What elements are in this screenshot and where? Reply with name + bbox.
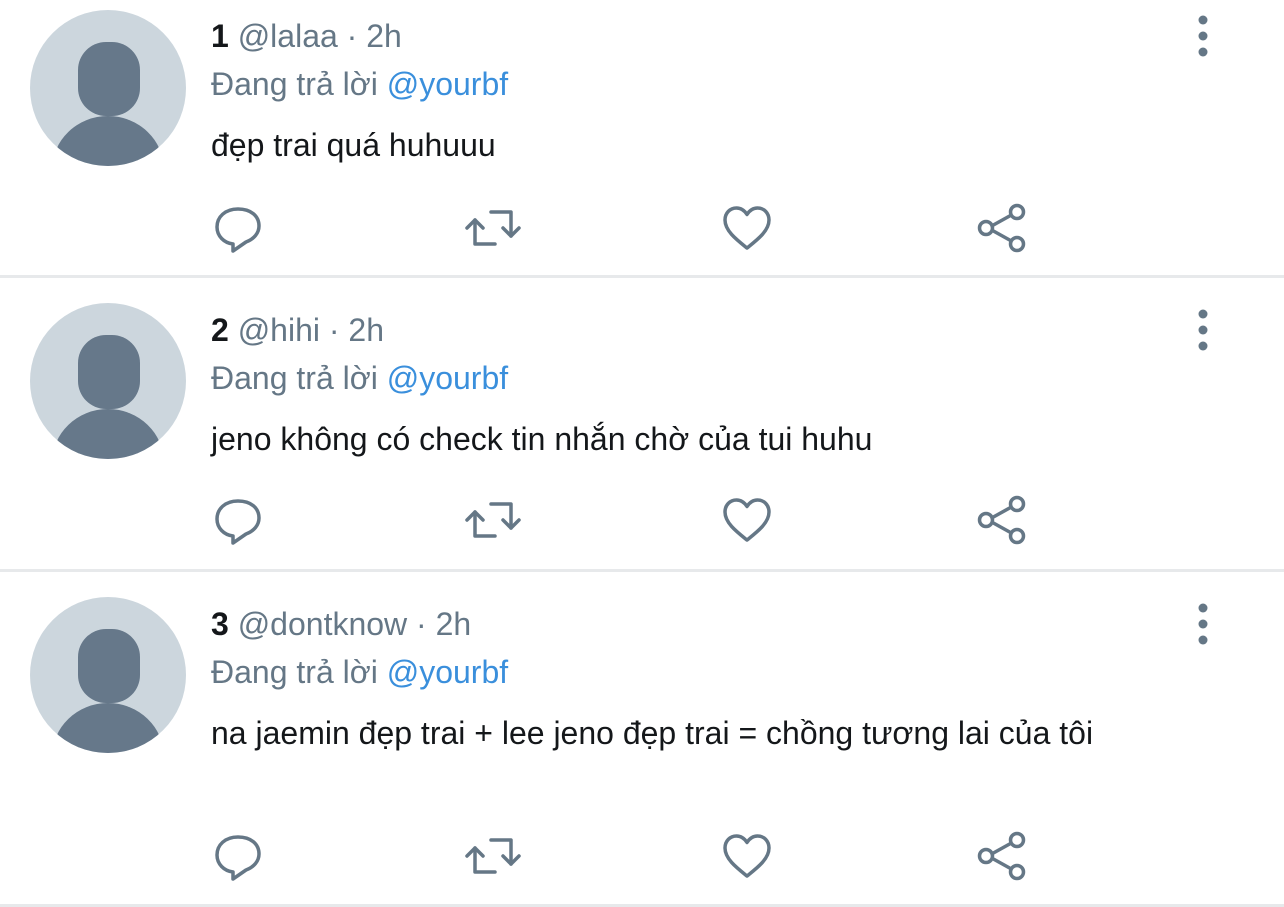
replying-to-line: Đang trả lời @yourbf (211, 652, 508, 692)
tweet-text: na jaemin đẹp trai + lee jeno đẹp trai =… (211, 715, 1094, 751)
share-button[interactable] (974, 200, 1030, 256)
replying-to-label: Đang trả lời (211, 360, 378, 396)
reply-mention-link[interactable]: @yourbf (387, 66, 508, 102)
reply-mention-link[interactable]: @yourbf (387, 360, 508, 396)
reply-tweet[interactable]: 3 @dontknow · 2h Đang trả lời @yourbf na… (0, 572, 1284, 907)
user-handle[interactable]: @lalaa (238, 18, 338, 54)
reply-mention-link[interactable]: @yourbf (387, 654, 508, 690)
reply-tweet[interactable]: 1 @lalaa · 2h Đang trả lời @yourbf đẹp t… (0, 0, 1284, 278)
retweet-button[interactable] (465, 200, 521, 256)
user-handle[interactable]: @hihi (238, 312, 320, 348)
rank-number: 2 (211, 312, 229, 348)
default-profile-icon (52, 629, 164, 753)
share-button[interactable] (974, 492, 1030, 548)
replying-to-label: Đang trả lời (211, 654, 378, 690)
tweet-text: jeno không có check tin nhắn chờ của tui… (211, 421, 873, 457)
more-options-button[interactable] (1190, 308, 1216, 352)
retweet-icon (465, 210, 521, 246)
heart-icon (723, 498, 771, 542)
speech-bubble-icon (215, 835, 261, 881)
rank-number: 3 (211, 606, 229, 642)
share-icon (977, 495, 1026, 545)
like-button[interactable] (719, 492, 775, 548)
retweet-icon (465, 838, 521, 874)
like-button[interactable] (719, 828, 775, 884)
replying-to-line: Đang trả lời @yourbf (211, 358, 508, 398)
timestamp: · 2h (328, 312, 385, 348)
heart-icon (723, 834, 771, 878)
heart-icon (723, 206, 771, 250)
more-options-button[interactable] (1190, 14, 1216, 58)
avatar[interactable] (30, 597, 186, 753)
reply-button[interactable] (210, 828, 266, 884)
retweet-button[interactable] (465, 492, 521, 548)
replying-to-line: Đang trả lời @yourbf (211, 64, 508, 104)
avatar[interactable] (30, 10, 186, 166)
tweet-text: đẹp trai quá huhuuu (211, 127, 496, 163)
vertical-ellipsis-icon (1198, 603, 1208, 645)
vertical-ellipsis-icon (1198, 309, 1208, 351)
share-icon (977, 203, 1026, 253)
timestamp: · 2h (416, 606, 472, 642)
tweet-header: 1 @lalaa · 2h (211, 16, 402, 56)
like-button[interactable] (719, 200, 775, 256)
tweet-header: 3 @dontknow · 2h (211, 604, 471, 644)
rank-number: 1 (211, 18, 229, 54)
timestamp: · 2h (346, 18, 402, 54)
avatar[interactable] (30, 303, 186, 459)
reply-button[interactable] (210, 492, 266, 548)
reply-tweet[interactable]: 2 @hihi · 2h Đang trả lời @yourbf jeno k… (0, 278, 1284, 572)
tweet-header: 2 @hihi · 2h (211, 310, 384, 350)
default-profile-icon (52, 42, 164, 166)
vertical-ellipsis-icon (1198, 15, 1208, 57)
replying-to-label: Đang trả lời (211, 66, 378, 102)
retweet-icon (465, 502, 521, 538)
reply-button[interactable] (210, 200, 266, 256)
retweet-button[interactable] (465, 828, 521, 884)
speech-bubble-icon (215, 207, 261, 253)
more-options-button[interactable] (1190, 602, 1216, 646)
share-icon (977, 831, 1026, 881)
speech-bubble-icon (215, 499, 261, 545)
default-profile-icon (52, 335, 164, 459)
share-button[interactable] (974, 828, 1030, 884)
user-handle[interactable]: @dontknow (238, 606, 407, 642)
